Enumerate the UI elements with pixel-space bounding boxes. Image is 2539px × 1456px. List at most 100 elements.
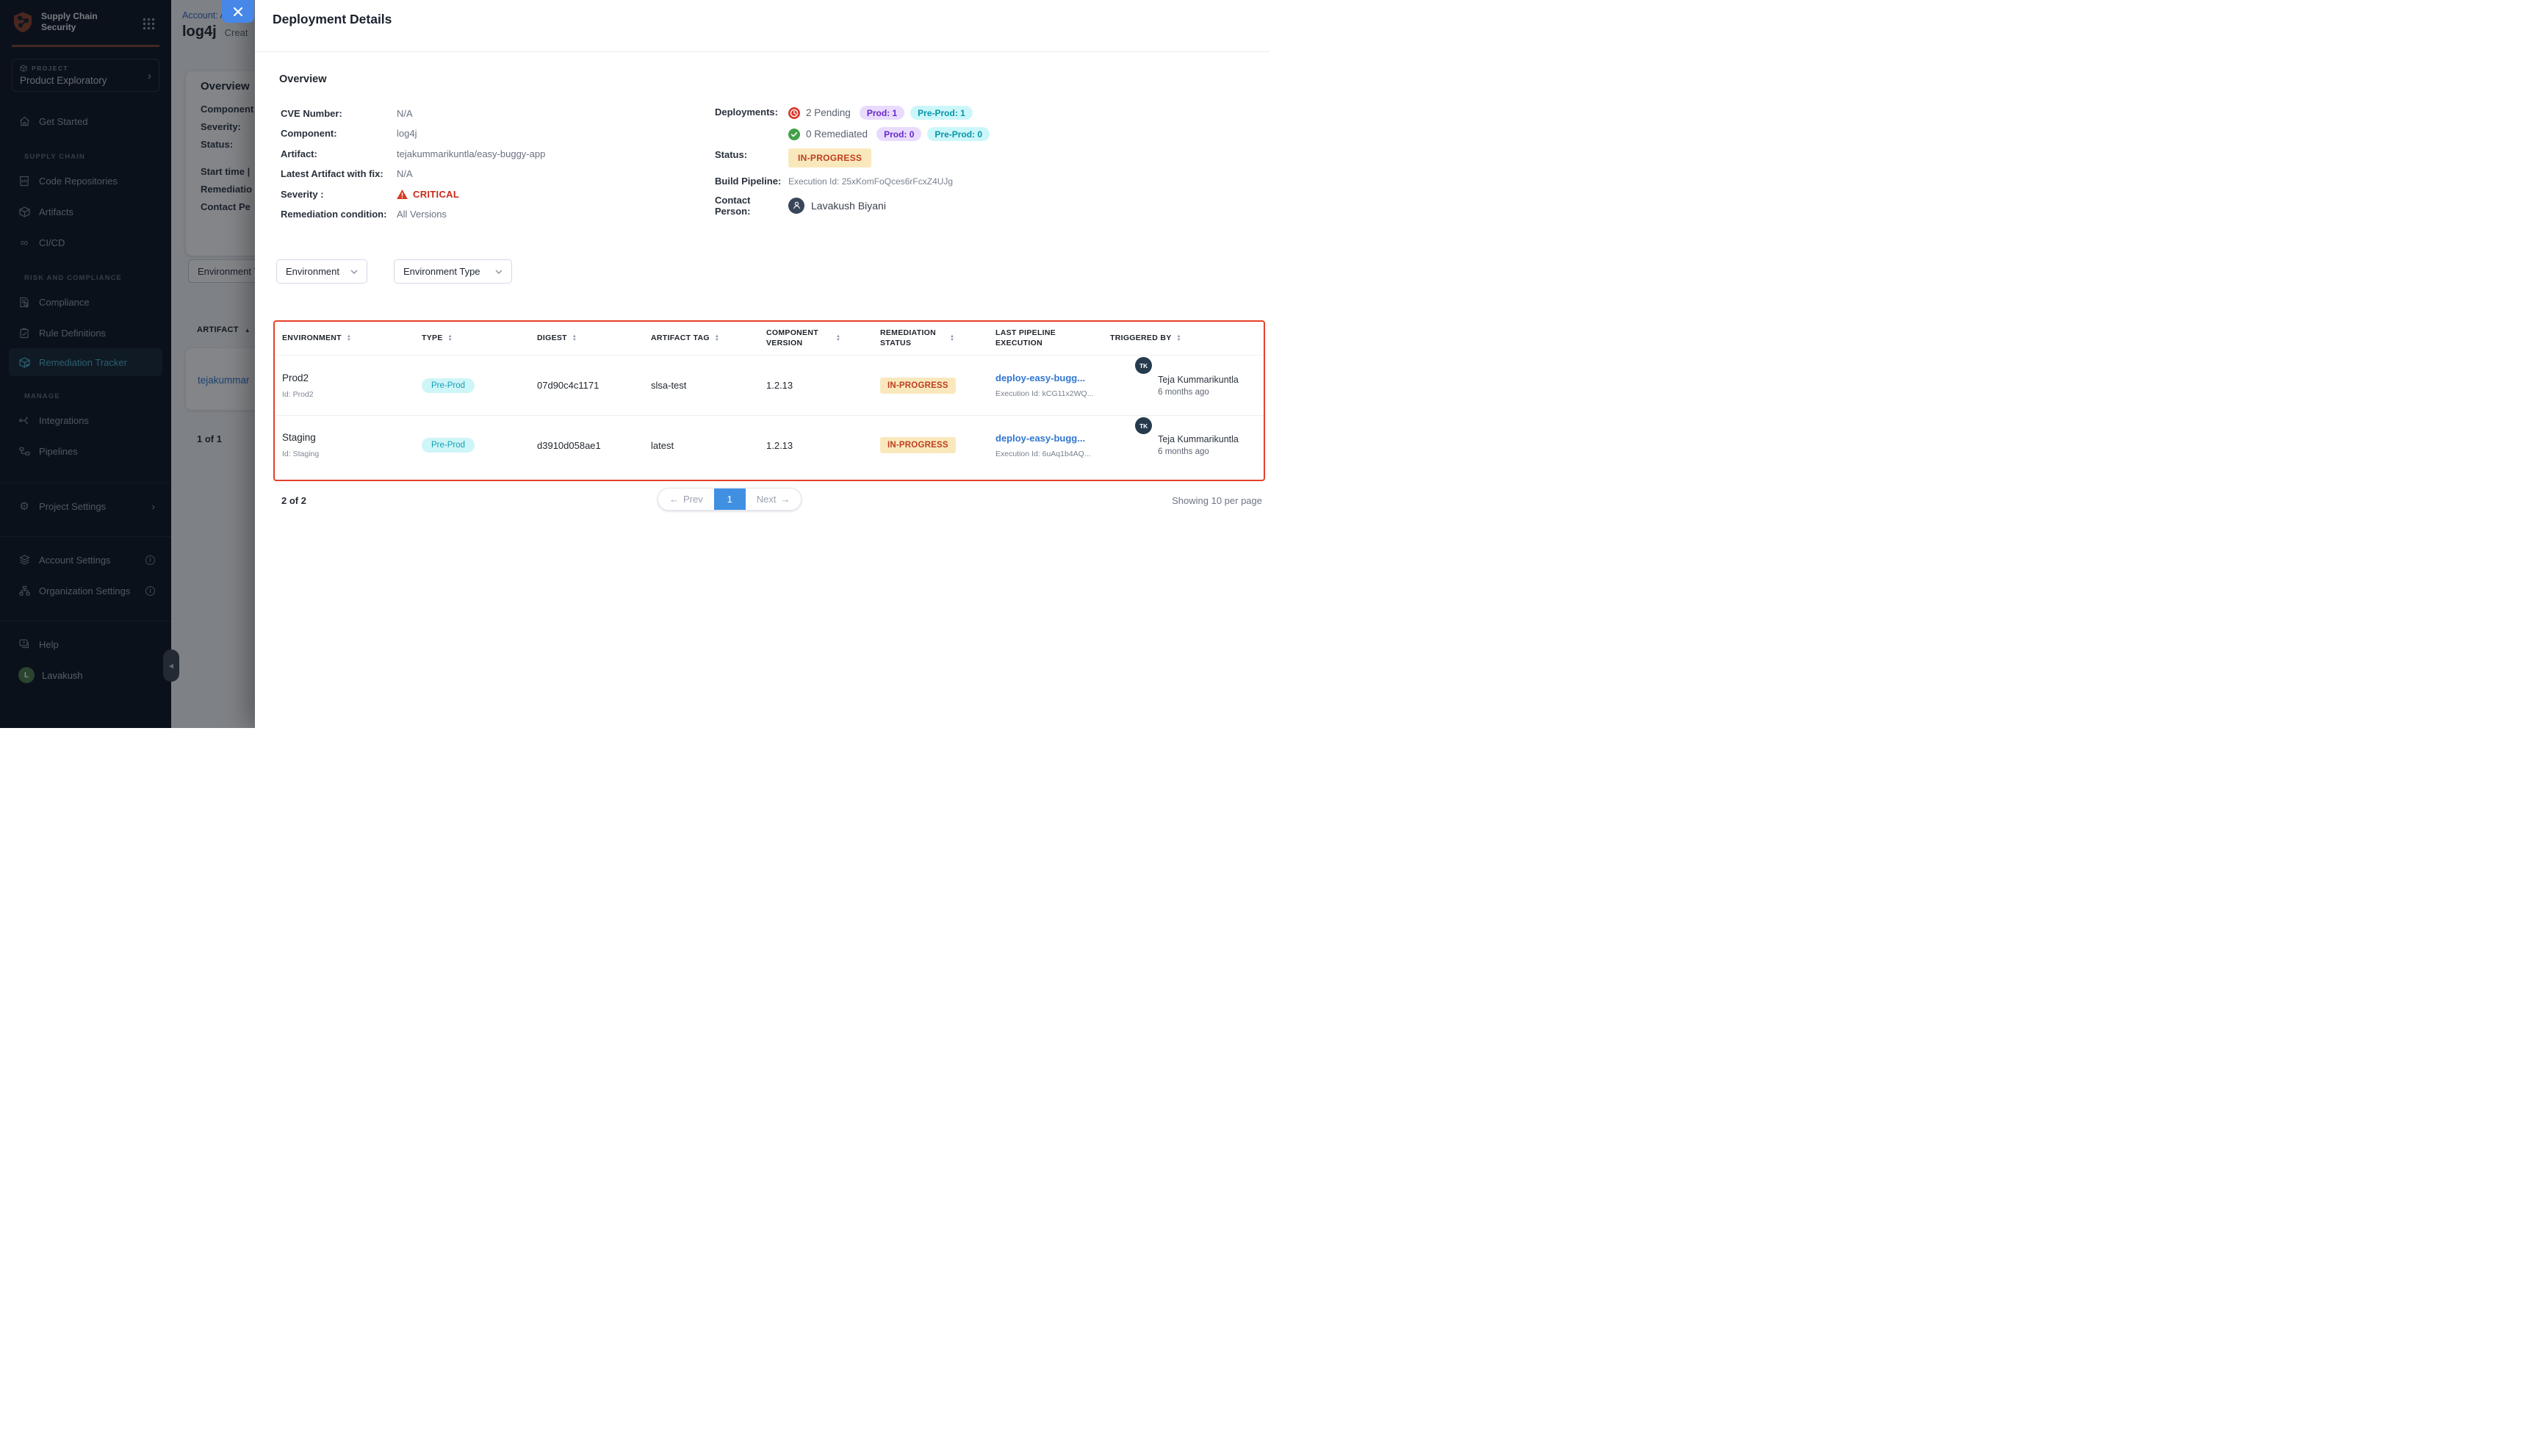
overview-section-title: Overview <box>279 73 327 85</box>
environment-type-filter[interactable]: Environment Type <box>394 259 512 284</box>
contact-person-label: Contact Person: <box>715 194 788 217</box>
pending-icon <box>788 107 800 119</box>
type-badge: Pre-Prod <box>422 438 475 453</box>
build-execution-id: Execution Id: 25xKomFoQces6rFcxZ4UJg <box>788 175 953 187</box>
component-value: log4j <box>397 128 417 139</box>
modal-title: Deployment Details <box>273 12 392 27</box>
column-label: ARTIFACT TAG <box>651 334 710 344</box>
per-page-label: Showing 10 per page <box>1172 495 1262 506</box>
arrow-right-icon: → <box>780 494 790 505</box>
deployment-details-modal: Deployment Details Overview CVE Number:N… <box>255 0 1270 728</box>
preprod-badge: Pre-Prod: 0 <box>927 127 990 141</box>
overview-left-fields: CVE Number:N/A Component:log4j Artifact:… <box>281 107 545 228</box>
check-circle-icon <box>788 129 800 140</box>
filter-label: Environment Type <box>403 266 480 277</box>
latest-artifact-value: N/A <box>397 168 413 179</box>
column-header-digest[interactable]: DIGEST▲▼ <box>530 322 644 355</box>
column-header-remediation-status[interactable]: REMEDIATION STATUS ▲▼ <box>873 322 988 355</box>
warning-triangle-icon <box>397 190 408 199</box>
contact-name: Lavakush Biyani <box>811 200 886 212</box>
table-row[interactable]: Staging Id: Staging Pre-Prod d3910d058ae1… <box>275 415 1264 475</box>
column-label: TYPE <box>422 334 443 344</box>
arrow-left-icon: ← <box>669 494 679 505</box>
contact-avatar <box>788 198 804 214</box>
sort-icon[interactable]: ▲▼ <box>448 335 453 342</box>
severity-label: Severity : <box>281 189 397 200</box>
chevron-down-icon <box>350 270 358 274</box>
artifact-tag: latest <box>651 440 759 451</box>
status-badge: IN-PROGRESS <box>788 148 871 167</box>
user-avatar: TK <box>1135 417 1152 434</box>
artifact-label: Artifact: <box>281 148 397 159</box>
environment-filter[interactable]: Environment <box>276 259 367 284</box>
column-header-triggered-by[interactable]: TRIGGERED BY ▲▼ <box>1103 322 1264 355</box>
prod-badge: Prod: 0 <box>876 127 921 141</box>
remediated-count: 0 Remediated <box>806 129 868 140</box>
deployments-label: Deployments: <box>715 106 788 120</box>
pending-count: 2 Pending <box>806 107 851 118</box>
column-label: COMPONENT VERSION <box>766 328 831 348</box>
artifact-value: tejakummarikuntla/easy-buggy-app <box>397 148 545 159</box>
cve-label: CVE Number: <box>281 108 397 119</box>
environment-name: Prod2 <box>282 372 414 383</box>
column-label: LAST PIPELINE EXECUTION <box>995 328 1060 348</box>
sort-icon[interactable]: ▲▼ <box>950 335 954 342</box>
column-label: TRIGGERED BY <box>1110 334 1172 344</box>
digest: d3910d058ae1 <box>537 440 644 451</box>
spacer <box>715 127 788 141</box>
sort-icon[interactable]: ▲▼ <box>1177 335 1181 342</box>
deployments-table: ENVIRONMENT ▲▼ TYPE ▲▼ DIGEST▲▼ ARTIFACT T… <box>273 320 1265 481</box>
remediation-condition-label: Remediation condition: <box>281 209 397 220</box>
next-label: Next <box>757 494 777 505</box>
preprod-badge: Pre-Prod: 1 <box>910 106 973 120</box>
column-header-environment[interactable]: ENVIRONMENT ▲▼ <box>275 322 414 355</box>
pipeline-link[interactable]: deploy-easy-bugg... <box>995 433 1103 444</box>
column-header-component-version[interactable]: COMPONENT VERSION ▲▼ <box>759 322 873 355</box>
divider <box>255 51 1270 52</box>
artifact-tag: slsa-test <box>651 380 759 391</box>
column-header-type[interactable]: TYPE ▲▼ <box>414 322 530 355</box>
prod-badge: Prod: 1 <box>860 106 904 120</box>
column-label: ENVIRONMENT <box>282 334 342 344</box>
environment-id: Id: Prod2 <box>282 390 414 399</box>
next-button[interactable]: Next→ <box>746 489 802 510</box>
remediation-status-badge: IN-PROGRESS <box>880 437 956 453</box>
execution-id: Execution Id: 6uAq1b4AQ... <box>995 450 1103 458</box>
sort-icon[interactable]: ▲▼ <box>347 335 351 342</box>
digest: 07d90c4c1171 <box>537 380 644 391</box>
severity-value: CRITICAL <box>397 189 459 200</box>
cve-value: N/A <box>397 108 413 119</box>
user-avatar: TK <box>1135 357 1152 374</box>
execution-id: Execution Id: kCG11x2WQ... <box>995 389 1103 398</box>
page-1-button[interactable]: 1 <box>714 489 746 510</box>
remediation-status-badge: IN-PROGRESS <box>880 378 956 394</box>
prev-label: Prev <box>683 494 703 505</box>
type-badge: Pre-Prod <box>422 378 475 393</box>
column-label: REMEDIATION STATUS <box>880 328 945 348</box>
pagination: 2 of 2 ←Prev 1 Next→ Showing 10 per page <box>273 488 1265 514</box>
sort-icon[interactable]: ▲▼ <box>572 335 577 342</box>
table-header-row: ENVIRONMENT ▲▼ TYPE ▲▼ DIGEST▲▼ ARTIFACT T… <box>275 322 1264 356</box>
component-version: 1.2.13 <box>766 380 873 391</box>
triggered-by-name: Teja Kummarikuntla <box>1158 375 1239 385</box>
build-pipeline-label: Build Pipeline: <box>715 175 788 187</box>
sort-icon[interactable]: ▲▼ <box>836 335 840 342</box>
table-filters: Environment Environment Type <box>276 259 512 284</box>
close-icon <box>233 7 243 17</box>
triggered-time: 6 months ago <box>1158 388 1239 397</box>
close-button[interactable] <box>222 0 254 23</box>
component-label: Component: <box>281 128 397 139</box>
prev-button[interactable]: ← Prev <box>658 489 714 510</box>
triggered-by-name: Teja Kummarikuntla <box>1158 434 1239 444</box>
screen: Supply Chain Security PROJECT Product Ex… <box>0 0 1270 728</box>
environment-name: Staging <box>282 432 414 443</box>
component-version: 1.2.13 <box>766 440 873 451</box>
status-label: Status: <box>715 148 788 167</box>
column-header-artifact-tag[interactable]: ARTIFACT TAG ▲▼ <box>644 322 759 355</box>
table-row[interactable]: Prod2 Id: Prod2 Pre-Prod 07d90c4c1171 sls… <box>275 356 1264 415</box>
sort-icon[interactable]: ▲▼ <box>715 335 719 342</box>
pipeline-link[interactable]: deploy-easy-bugg... <box>995 372 1103 383</box>
filter-label: Environment <box>286 266 339 277</box>
environment-id: Id: Staging <box>282 450 414 458</box>
column-header-last-pipeline-execution[interactable]: LAST PIPELINE EXECUTION <box>988 322 1103 355</box>
